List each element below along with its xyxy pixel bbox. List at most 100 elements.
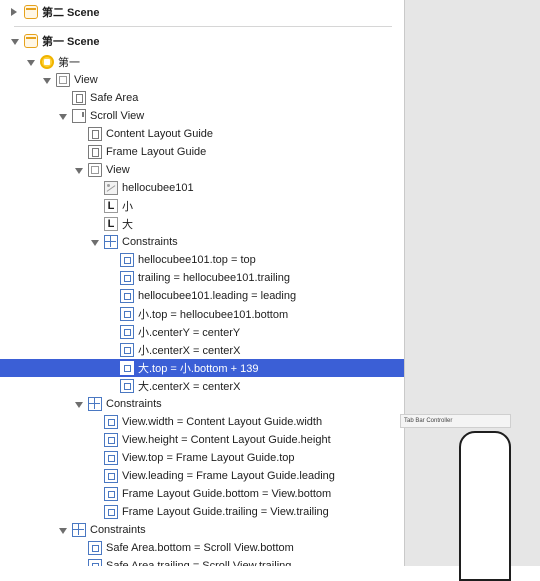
outline-row-label: Scroll View [90,110,145,122]
outline-row-frame-layout-guide-trailing-view-trailing[interactable]: Frame Layout Guide.trailing = View.trail… [0,503,404,521]
outline-row-constraints[interactable]: Constraints [0,521,404,539]
device-frame[interactable] [459,431,511,581]
outline-row-label: View.leading = Frame Layout Guide.leadin… [122,470,335,482]
outline-row-view-height-content-layout-guide-height[interactable]: View.height = Content Layout Guide.heigh… [0,431,404,449]
outline-row-scroll-view[interactable]: Scroll View [0,107,404,125]
constraints-icon [104,235,118,249]
constraint-icon [120,325,134,339]
outline-row-label: 小.top = hellocubee101.bottom [138,309,289,321]
constraints-icon [88,397,102,411]
constraint-icon [104,451,118,465]
outline-row-label: 小.centerX = centerX [138,345,241,357]
constraint-icon [120,271,134,285]
scene-icon [24,5,38,19]
outline-row-view-top-frame-layout-guide-top[interactable]: View.top = Frame Layout Guide.top [0,449,404,467]
outline-row-safe-area-trailing-scroll-view-trailing[interactable]: Safe Area.trailing = Scroll View.trailin… [0,557,404,566]
outline-row-label: View.width = Content Layout Guide.width [122,416,323,428]
outline-row-hellocubee101[interactable]: hellocubee101 [0,179,404,197]
outline-row-item[interactable]: L大 [0,215,404,233]
outline-row-label: Frame Layout Guide.trailing = View.trail… [122,506,329,518]
outline-row-constraints[interactable]: Constraints [0,233,404,251]
outline-row-constraints[interactable]: Constraints [0,395,404,413]
constraint-icon [104,505,118,519]
scroll-view-icon [72,109,86,123]
outline-row-hellocubee101-top-top[interactable]: hellocubee101.top = top [0,251,404,269]
disclosure-triangle-open-icon[interactable] [43,78,51,84]
outline-row-label: 第一 Scene [42,36,100,48]
outline-row-label: Content Layout Guide [106,128,214,140]
outline-row-safe-area-bottom-scroll-view-bottom[interactable]: Safe Area.bottom = Scroll View.bottom [0,539,404,557]
view-icon [56,73,70,87]
outline-row-view[interactable]: View [0,71,404,89]
outline-row-label: Safe Area [90,92,139,104]
constraint-icon [88,541,102,555]
outline-row-label: hellocubee101.leading = leading [138,290,297,302]
outline-row-label: Constraints [122,236,178,248]
outline-row-label: View [74,74,98,86]
outline-row-label: 大 [122,219,133,231]
constraint-icon [120,343,134,357]
outline-row-label: 小 [122,201,133,213]
outline-row-item[interactable]: L小 [0,197,404,215]
outline-row-centerx-centerx[interactable]: 大.centerX = centerX [0,377,404,395]
constraint-icon [120,379,134,393]
outline-row-hellocubee101-leading-leading[interactable]: hellocubee101.leading = leading [0,287,404,305]
view-icon [88,163,102,177]
outline-row-label: View.top = Frame Layout Guide.top [122,452,295,464]
disclosure-triangle-open-icon[interactable] [75,168,83,174]
document-outline[interactable]: 第二 Scene 第一 Scene 第一 View Safe Area Scroll Vi… [0,0,404,566]
label-icon: L [104,199,118,213]
constraints-icon [72,523,86,537]
outline-row-view-leading-frame-layout-guide-leading[interactable]: View.leading = Frame Layout Guide.leadin… [0,467,404,485]
constraint-icon [104,469,118,483]
outline-row-label: hellocubee101.top = top [138,254,256,266]
outline-row-content-layout-guide[interactable]: Content Layout Guide [0,125,404,143]
outline-row-scene[interactable]: 第一 Scene [0,30,404,52]
outline-row-label: Frame Layout Guide.bottom = View.bottom [122,488,332,500]
outline-row-centerx-centerx[interactable]: 小.centerX = centerX [0,341,404,359]
disclosure-triangle-open-icon[interactable] [59,114,67,120]
view-controller-icon [40,55,54,69]
constraint-icon [104,433,118,447]
disclosure-triangle-open-icon[interactable] [91,240,99,246]
outline-row-label: 第一 [58,57,80,69]
scene-icon [24,34,38,48]
outline-row-label: 大.top = 小.bottom + 139 [138,363,259,375]
disclosure-triangle-closed-icon[interactable] [11,8,17,16]
outline-row-centery-centery[interactable]: 小.centerY = centerY [0,323,404,341]
outline-row-label: Safe Area.bottom = Scroll View.bottom [106,542,294,554]
outline-row-label: Constraints [90,524,146,536]
constraint-icon [120,289,134,303]
layout-guide-icon [72,91,86,105]
outline-row-frame-layout-guide[interactable]: Frame Layout Guide [0,143,404,161]
outline-row-view[interactable]: View [0,161,404,179]
tab-bar-controller-scene-label[interactable]: Tab Bar Controller [400,414,511,428]
label-icon: L [104,217,118,231]
outline-row-top-bottom-139[interactable]: 大.top = 小.bottom + 139 [0,359,404,377]
disclosure-triangle-open-icon[interactable] [75,402,83,408]
constraint-icon [120,253,134,267]
scene-separator [14,26,392,27]
constraint-icon [88,559,102,566]
constraint-icon [120,307,134,321]
layout-guide-icon [88,127,102,141]
outline-row-safe-area[interactable]: Safe Area [0,89,404,107]
disclosure-triangle-open-icon[interactable] [59,528,67,534]
outline-row-label: trailing = hellocubee101.trailing [138,272,290,284]
outline-row-label: 大.centerX = centerX [138,381,241,393]
outline-row-scene[interactable]: 第二 Scene [0,1,404,23]
outline-row-label: Constraints [106,398,162,410]
outline-row-item[interactable]: 第一 [0,53,404,71]
outline-row-top-hellocubee101-bottom[interactable]: 小.top = hellocubee101.bottom [0,305,404,323]
outline-row-frame-layout-guide-bottom-view-bottom[interactable]: Frame Layout Guide.bottom = View.bottom [0,485,404,503]
constraint-icon [104,415,118,429]
outline-row-trailing-hellocubee101-trailing[interactable]: trailing = hellocubee101.trailing [0,269,404,287]
image-view-icon [104,181,118,195]
outline-row-label: View.height = Content Layout Guide.heigh… [122,434,331,446]
outline-row-view-width-content-layout-guide-width[interactable]: View.width = Content Layout Guide.width [0,413,404,431]
disclosure-triangle-open-icon[interactable] [27,60,35,66]
outline-row-label: hellocubee101 [122,182,194,194]
outline-row-label: View [106,164,130,176]
constraint-icon [104,487,118,501]
disclosure-triangle-open-icon[interactable] [11,39,19,45]
